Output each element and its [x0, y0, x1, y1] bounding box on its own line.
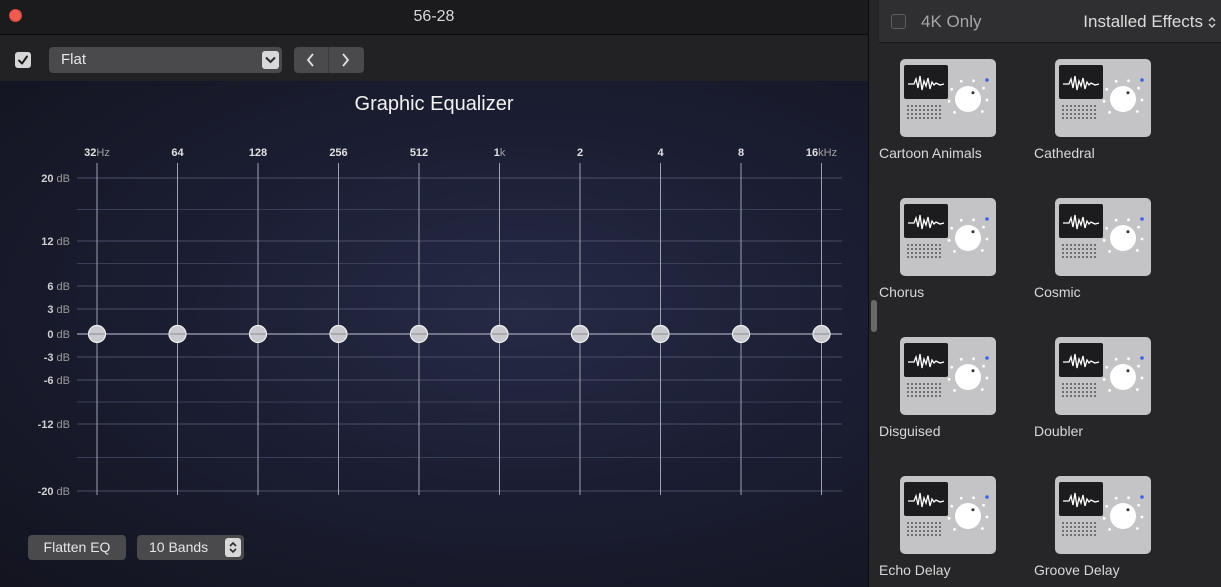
previous-preset-button[interactable]	[294, 47, 329, 73]
effect-tile[interactable]: Cathedral	[1034, 59, 1174, 161]
db-label: -20 dB	[38, 486, 70, 498]
effect-thumbnail	[900, 337, 996, 415]
band-label: 32Hz	[84, 147, 110, 159]
effects-header: 4K Only Installed Effects	[879, 0, 1221, 43]
audio-effect-icon	[904, 343, 989, 397]
effects-category-popup[interactable]: Installed Effects	[1083, 12, 1203, 32]
4k-only-label: 4K Only	[921, 12, 982, 31]
effect-thumbnail	[900, 198, 996, 276]
bands-label: 10 Bands	[149, 539, 209, 555]
db-label: 6 dB	[47, 281, 70, 293]
audio-effect-icon	[904, 482, 989, 536]
bands-popup[interactable]: 10 Bands	[137, 535, 244, 560]
db-label: 0 dB	[47, 329, 70, 341]
effect-name: Doubler	[1034, 423, 1084, 439]
db-label: -6 dB	[44, 375, 70, 387]
band-label: 8	[738, 147, 744, 159]
audio-effect-icon	[904, 65, 989, 119]
band-label: 512	[410, 147, 428, 159]
effect-name: Cathedral	[1034, 145, 1095, 161]
band-label: 4	[657, 147, 664, 159]
effect-tile[interactable]: Disguised	[879, 337, 1019, 439]
effect-name: Groove Delay	[1034, 562, 1120, 578]
effect-tile[interactable]: Groove Delay	[1034, 476, 1174, 578]
band-label: 64	[171, 147, 184, 159]
equalizer-window: 56-28 Flat Graphic Equalizer 20 dB 12 dB 6…	[0, 0, 868, 587]
eq-toolbar: Flat	[0, 35, 868, 81]
effect-name: Echo Delay	[879, 562, 951, 578]
flatten-eq-button[interactable]: Flatten EQ	[28, 535, 126, 560]
band-label: 16kHz	[806, 147, 837, 159]
effect-thumbnail	[900, 59, 996, 137]
4k-only-checkbox[interactable]	[891, 14, 906, 29]
band-label: 256	[329, 147, 347, 159]
effect-name: Cosmic	[1034, 284, 1081, 300]
audio-effect-icon	[1059, 204, 1144, 258]
effect-thumbnail	[1055, 476, 1151, 554]
preset-label: Flat	[61, 51, 87, 68]
effect-name: Disguised	[879, 423, 941, 439]
effect-thumbnail	[1055, 59, 1151, 137]
title-bar: 56-28	[0, 0, 868, 35]
audio-effect-icon	[1059, 65, 1144, 119]
effect-name: Chorus	[879, 284, 925, 300]
effect-thumbnail	[900, 476, 996, 554]
db-label: -3 dB	[44, 352, 70, 364]
preset-popup[interactable]: Flat	[49, 47, 282, 73]
db-label: 20 dB	[41, 173, 70, 185]
db-label: 3 dB	[47, 304, 70, 316]
db-label: -12 dB	[38, 419, 70, 431]
checkmark-icon	[18, 55, 28, 65]
band-label: 1k	[494, 147, 506, 159]
chevron-left-icon	[306, 53, 314, 67]
effect-name: Cartoon Animals	[879, 145, 982, 161]
band-label: 128	[249, 147, 267, 159]
audio-effect-icon	[1059, 343, 1144, 397]
window-title: 56-28	[413, 8, 455, 25]
effect-tile[interactable]: Echo Delay	[879, 476, 1019, 578]
next-preset-button[interactable]	[329, 47, 364, 73]
band-label: 2	[577, 147, 583, 159]
audio-effect-icon	[1059, 482, 1144, 536]
split-divider[interactable]	[868, 0, 879, 587]
effect-thumbnail	[1055, 198, 1151, 276]
scrollbar-thumb[interactable]	[871, 300, 877, 332]
chevron-down-icon	[262, 51, 279, 69]
chevron-right-icon	[342, 53, 350, 67]
eq-panel: Graphic Equalizer 20 dB 12 dB 6 dB 3 dB 0 dB…	[0, 81, 868, 587]
up-down-chevron-icon	[225, 538, 241, 557]
db-label: 12 dB	[41, 236, 70, 248]
preset-navigation	[294, 47, 364, 73]
audio-effect-icon	[904, 204, 989, 258]
effects-browser: 4K Only Installed Effects Cartoon Animal…	[879, 0, 1221, 587]
effect-tile[interactable]: Cartoon Animals	[879, 59, 1019, 161]
effect-thumbnail	[1055, 337, 1151, 415]
eq-graph: 20 dB 12 dB 6 dB 3 dB 0 dB -3 dB -6 dB -12 dB -2…	[38, 147, 842, 498]
up-down-chevron-icon	[1208, 17, 1216, 28]
effect-tile[interactable]: Chorus	[879, 198, 1019, 300]
effect-tile[interactable]: Doubler	[1034, 337, 1174, 439]
effect-tile[interactable]: Cosmic	[1034, 198, 1174, 300]
enable-checkbox[interactable]	[15, 52, 31, 68]
